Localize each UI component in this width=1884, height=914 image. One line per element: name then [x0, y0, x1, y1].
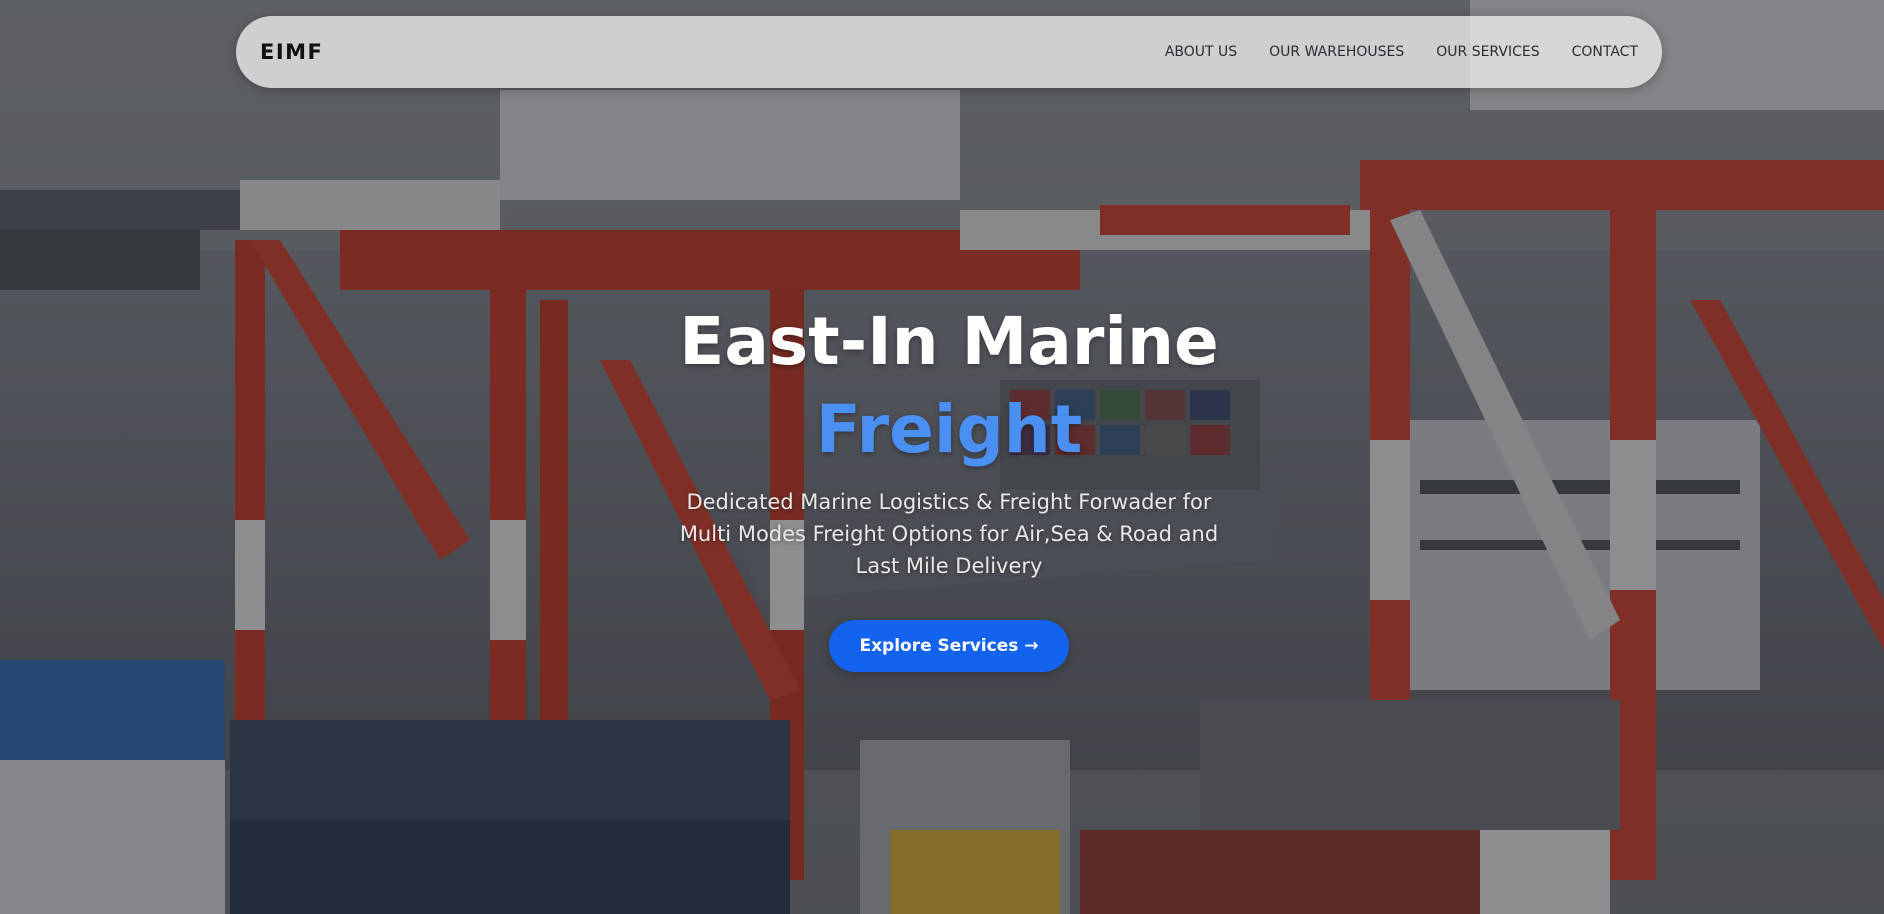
hero-section: EIMF ABOUT US OUR WAREHOUSES OUR SERVICE… [0, 0, 1884, 914]
hero-title: East-In Marine Freight [0, 298, 1884, 474]
nav-link-our-services[interactable]: OUR SERVICES [1436, 44, 1539, 60]
navbar: EIMF ABOUT US OUR WAREHOUSES OUR SERVICE… [236, 16, 1662, 88]
nav-link-contact[interactable]: CONTACT [1572, 44, 1638, 60]
explore-services-button[interactable]: Explore Services → [829, 620, 1069, 672]
hero-title-accent: Freight [815, 391, 1083, 468]
hero-subtitle: Dedicated Marine Logistics & Freight For… [679, 490, 1219, 578]
nav-links: ABOUT US OUR WAREHOUSES OUR SERVICES CON… [1165, 44, 1638, 60]
brand-logo[interactable]: EIMF [260, 40, 323, 64]
nav-link-our-warehouses[interactable]: OUR WAREHOUSES [1269, 44, 1404, 60]
hero-title-line1: East-In Marine [679, 303, 1219, 380]
nav-link-about-us[interactable]: ABOUT US [1165, 44, 1237, 60]
hero-content: East-In Marine Freight Dedicated Marine … [0, 298, 1884, 672]
